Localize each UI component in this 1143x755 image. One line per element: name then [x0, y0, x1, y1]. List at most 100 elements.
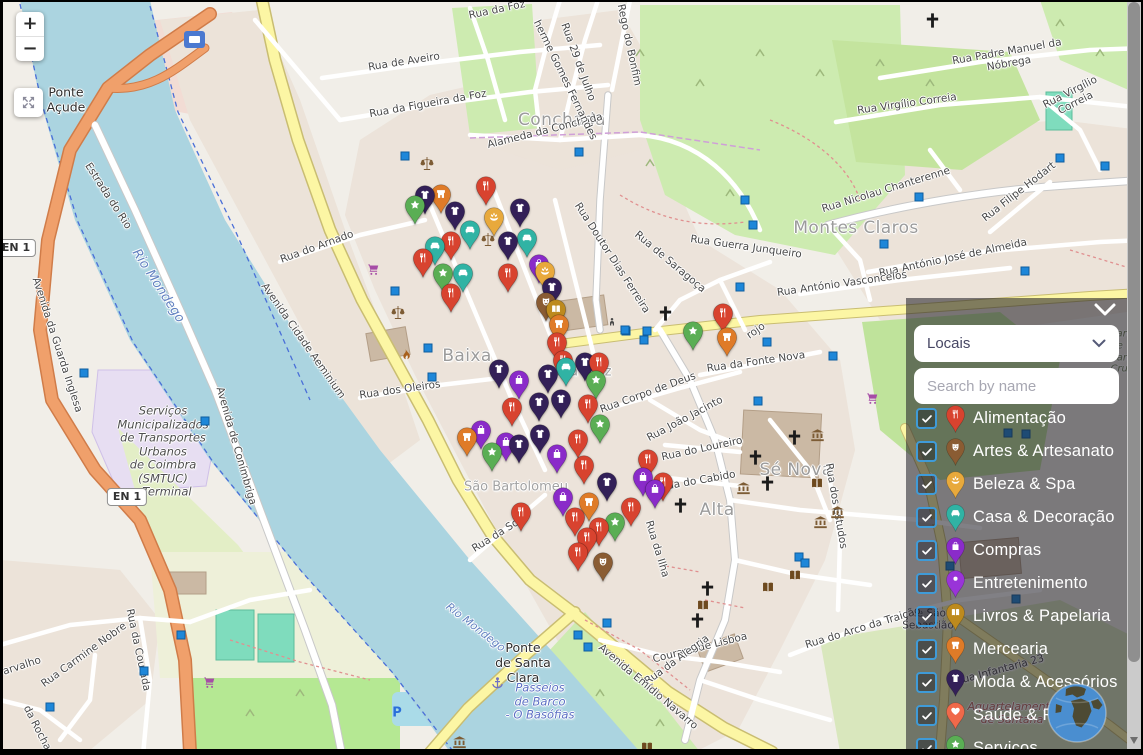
legend-item-alimentacao[interactable]: Alimentação — [906, 402, 1127, 435]
legend-item-label: Compras — [973, 541, 1041, 560]
legend-item-label: Alimentação — [973, 409, 1066, 428]
zoom-in-button[interactable]: + — [16, 12, 44, 36]
map-pin-alimentacao[interactable] — [412, 248, 434, 278]
map-pin-mercearia[interactable] — [716, 327, 738, 357]
legend-item-beleza[interactable]: Beleza & Spa — [906, 468, 1127, 501]
store-pin-icon — [945, 636, 966, 664]
vertex-handle[interactable] — [401, 152, 410, 161]
map-pin-artes[interactable] — [592, 552, 614, 582]
star-pin-icon — [945, 735, 966, 750]
vertex-handle[interactable] — [880, 240, 889, 249]
map-pin-servicos[interactable] — [589, 414, 611, 444]
heart-pin-icon — [945, 702, 966, 730]
category-checkbox[interactable] — [916, 474, 937, 495]
vertex-handle[interactable] — [428, 373, 437, 382]
legend-item-casa[interactable]: Casa & Decoração — [906, 501, 1127, 534]
category-checkbox[interactable] — [916, 672, 937, 693]
search-input[interactable] — [914, 368, 1119, 404]
sofa-pin-icon — [945, 504, 966, 532]
locais-select-value: Locais — [927, 335, 970, 352]
map-pin-moda[interactable] — [550, 389, 572, 419]
map-pin-moda[interactable] — [508, 434, 530, 464]
map-pin-moda[interactable] — [497, 231, 519, 261]
vertex-handle[interactable] — [80, 369, 89, 378]
legend-item-artes[interactable]: Artes & Artesanato — [906, 435, 1127, 468]
map-pin-moda[interactable] — [528, 392, 550, 422]
vertex-handle[interactable] — [177, 631, 186, 640]
map-pin-alimentacao[interactable] — [497, 263, 519, 293]
category-checkbox[interactable] — [916, 573, 937, 594]
vertex-handle[interactable] — [801, 559, 810, 568]
map-pin-alimentacao[interactable] — [510, 502, 532, 532]
expand-arrows-icon — [20, 94, 37, 111]
category-checkbox[interactable] — [916, 738, 937, 749]
vertex-handle[interactable] — [749, 221, 758, 230]
panel-collapse-chevron-icon[interactable] — [1093, 302, 1117, 317]
map-pin-alimentacao[interactable] — [501, 397, 523, 427]
page-scrollbar[interactable] — [1127, 2, 1141, 749]
vertex-handle[interactable] — [603, 619, 612, 628]
dot-pin-icon — [945, 570, 966, 598]
vertex-handle[interactable] — [643, 327, 652, 336]
map-pin-compras[interactable] — [508, 370, 530, 400]
utensils-pin-icon — [945, 405, 966, 433]
vertex-handle[interactable] — [915, 193, 924, 202]
chevron-down-icon — [1092, 339, 1106, 348]
vertex-handle[interactable] — [741, 196, 750, 205]
vertex-handle[interactable] — [574, 631, 583, 640]
legend-item-mercearia[interactable]: Mercearia — [906, 633, 1127, 666]
zoom-out-button[interactable]: − — [16, 37, 44, 61]
shirt-pin-icon — [945, 669, 966, 697]
map-pin-servicos[interactable] — [404, 195, 426, 225]
map-pin-servicos[interactable] — [682, 321, 704, 351]
map-screenshot: Ponte AçudePonte de Santa ClaraConchadaM… — [0, 0, 1143, 755]
fullscreen-button[interactable] — [14, 88, 43, 117]
category-checkbox[interactable] — [916, 408, 937, 429]
legend-item-livros[interactable]: Livros & Papelaria — [906, 600, 1127, 633]
vertex-handle[interactable] — [640, 336, 649, 345]
map-pin-alimentacao[interactable] — [567, 542, 589, 572]
category-checkbox[interactable] — [916, 606, 937, 627]
map-pin-casa[interactable] — [459, 220, 481, 250]
legend-item-compras[interactable]: Compras — [906, 534, 1127, 567]
map-pin-compras[interactable] — [644, 479, 666, 509]
globe-logo-icon — [1046, 682, 1108, 744]
legend-item-entretenimento[interactable]: Entretenimento — [906, 567, 1127, 600]
map-pin-compras[interactable] — [546, 444, 568, 474]
vertex-handle[interactable] — [763, 338, 772, 347]
vertex-handle[interactable] — [1021, 267, 1030, 276]
category-checkbox[interactable] — [916, 540, 937, 561]
map-pin-alimentacao[interactable] — [573, 455, 595, 485]
vertex-handle[interactable] — [201, 417, 210, 426]
map-pin-moda[interactable] — [488, 359, 510, 389]
vertex-handle[interactable] — [621, 326, 630, 335]
category-checkbox[interactable] — [916, 441, 937, 462]
legend-item-label: Livros & Papelaria — [973, 607, 1111, 626]
legend-item-label: Artes & Artesanato — [973, 442, 1114, 461]
vertex-handle[interactable] — [46, 703, 55, 712]
locais-select[interactable]: Locais — [914, 325, 1119, 362]
legend-item-label: Entretenimento — [973, 574, 1088, 593]
category-checkbox[interactable] — [916, 507, 937, 528]
vertex-handle[interactable] — [1056, 154, 1065, 163]
vertex-handle[interactable] — [140, 667, 149, 676]
map-pin-mercearia[interactable] — [456, 427, 478, 457]
vertex-handle[interactable] — [391, 287, 400, 296]
vertex-handle[interactable] — [1101, 162, 1110, 171]
vertex-handle[interactable] — [829, 352, 838, 361]
map-pin-alimentacao[interactable] — [440, 283, 462, 313]
vertex-handle[interactable] — [736, 283, 745, 292]
legend-item-label: Serviços — [973, 739, 1038, 749]
category-checkbox[interactable] — [916, 705, 937, 726]
vertex-handle[interactable] — [584, 643, 593, 652]
vertex-handle[interactable] — [754, 397, 763, 406]
map-pin-servicos[interactable] — [481, 442, 503, 472]
scrollbar-down-arrow[interactable] — [1130, 737, 1138, 744]
vertex-handle[interactable] — [424, 344, 433, 353]
map-pin-alimentacao[interactable] — [475, 176, 497, 206]
vertex-handle[interactable] — [575, 148, 584, 157]
category-checkbox[interactable] — [916, 639, 937, 660]
scrollbar-thumb[interactable] — [1128, 2, 1140, 662]
legend-item-label: Beleza & Spa — [973, 475, 1075, 494]
map-pin-moda[interactable] — [509, 198, 531, 228]
